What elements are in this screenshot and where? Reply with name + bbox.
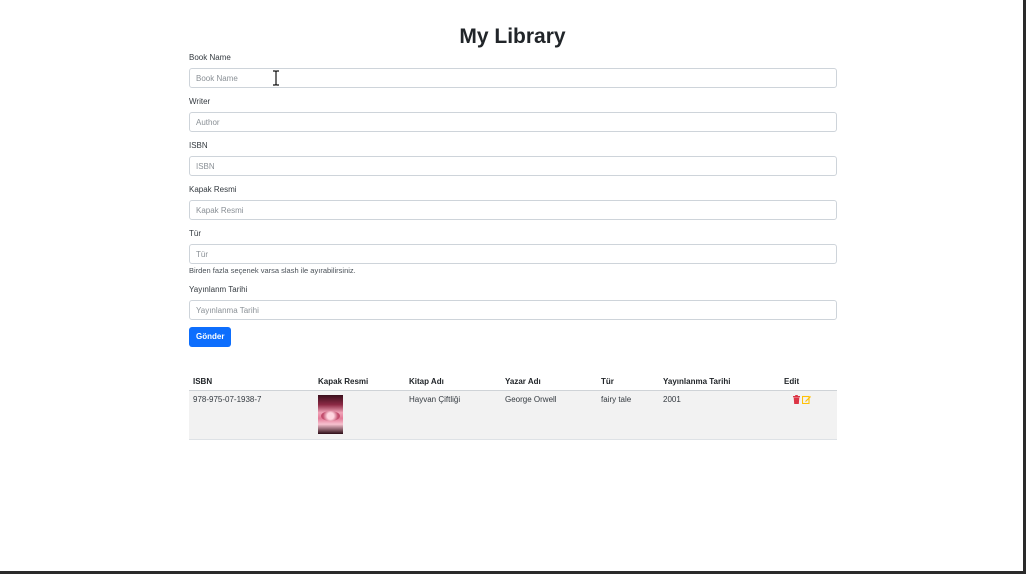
trash-icon[interactable] — [792, 395, 801, 404]
isbn-input[interactable] — [189, 156, 837, 176]
col-header-title: Kitap Adı — [405, 372, 501, 391]
book-cover-image — [318, 395, 343, 434]
col-header-edit: Edit — [780, 372, 837, 391]
edit-icon[interactable] — [801, 395, 811, 405]
writer-input[interactable] — [189, 112, 837, 132]
book-name-input[interactable] — [189, 68, 837, 88]
cell-cover — [314, 390, 405, 440]
isbn-group: ISBN — [188, 140, 837, 176]
cell-genre: fairy tale — [597, 390, 659, 440]
book-name-label: Book Name — [189, 53, 231, 62]
cell-isbn: 978-975-07-1938-7 — [189, 390, 314, 440]
cover-label: Kapak Resmi — [189, 185, 237, 194]
publish-date-group: Yayınlanm Tarihi — [188, 284, 837, 320]
col-header-cover: Kapak Resmi — [314, 372, 405, 391]
text-cursor-icon — [271, 70, 281, 86]
writer-label: Writer — [189, 97, 211, 106]
genre-help-text: Birden fazla seçenek varsa slash ile ayı… — [189, 266, 356, 275]
genre-input[interactable] — [189, 244, 837, 264]
isbn-label: ISBN — [189, 141, 208, 150]
row-actions — [792, 395, 811, 405]
page-title: My Library — [459, 25, 566, 48]
main-container: My Library Book Name Writer ISBN Kapak R… — [188, 0, 837, 440]
table-header-row: ISBN Kapak Resmi Kitap Adı Yazar Adı Tür… — [189, 372, 837, 391]
publish-date-input[interactable] — [189, 300, 837, 320]
writer-group: Writer — [188, 96, 837, 132]
col-header-isbn: ISBN — [189, 372, 314, 391]
book-name-group: Book Name — [188, 52, 837, 88]
genre-group: Tür Birden fazla seçenek varsa slash ile… — [188, 228, 837, 276]
submit-button[interactable]: Gönder — [189, 327, 232, 347]
cover-group: Kapak Resmi — [188, 184, 837, 220]
publish-date-label: Yayınlanm Tarihi — [189, 285, 248, 294]
page: My Library Book Name Writer ISBN Kapak R… — [0, 0, 1026, 574]
table-row: 978-975-07-1938-7 Hayvan Çiftliği George… — [189, 390, 837, 440]
col-header-author: Yazar Adı — [501, 372, 597, 391]
cell-edit — [780, 390, 837, 440]
cell-author: George Orwell — [501, 390, 597, 440]
cell-year: 2001 — [659, 390, 780, 440]
col-header-genre: Tür — [597, 372, 659, 391]
cell-title: Hayvan Çiftliği — [405, 390, 501, 440]
col-header-year: Yayınlanma Tarihi — [659, 372, 780, 391]
books-table: ISBN Kapak Resmi Kitap Adı Yazar Adı Tür… — [189, 372, 837, 440]
cover-input[interactable] — [189, 200, 837, 220]
genre-label: Tür — [189, 229, 201, 238]
